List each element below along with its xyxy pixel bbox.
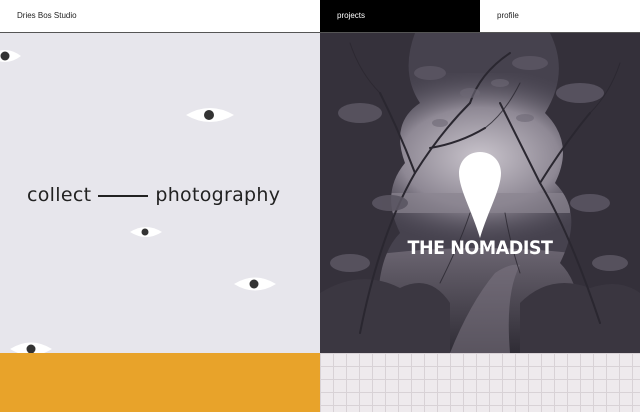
the-nomadist-project-tile[interactable]: THE NOMADIST <box>320 33 640 353</box>
tagline-dash <box>98 195 149 197</box>
eye-icon <box>234 277 276 291</box>
map-pin-icon <box>459 152 501 238</box>
nav-profile-link[interactable]: profile <box>480 0 640 32</box>
eye-icon <box>10 342 52 353</box>
top-navigation: Dries Bos Studio projects profile <box>0 0 640 33</box>
eye-icon <box>186 108 234 122</box>
orange-project-tile[interactable] <box>0 353 320 412</box>
project-title: THE NOMADIST <box>407 237 553 259</box>
grid-project-tile[interactable] <box>320 353 640 412</box>
nav-projects-link[interactable]: projects <box>320 0 480 32</box>
tagline: collect photography <box>27 181 307 209</box>
studio-name-link[interactable]: Dries Bos Studio <box>0 0 320 32</box>
eye-icon <box>0 50 21 62</box>
collect-photography-tile[interactable]: collect photography <box>0 33 320 353</box>
tagline-photography: photography <box>155 184 281 206</box>
eye-icon <box>130 227 162 237</box>
tagline-collect: collect <box>27 184 92 206</box>
